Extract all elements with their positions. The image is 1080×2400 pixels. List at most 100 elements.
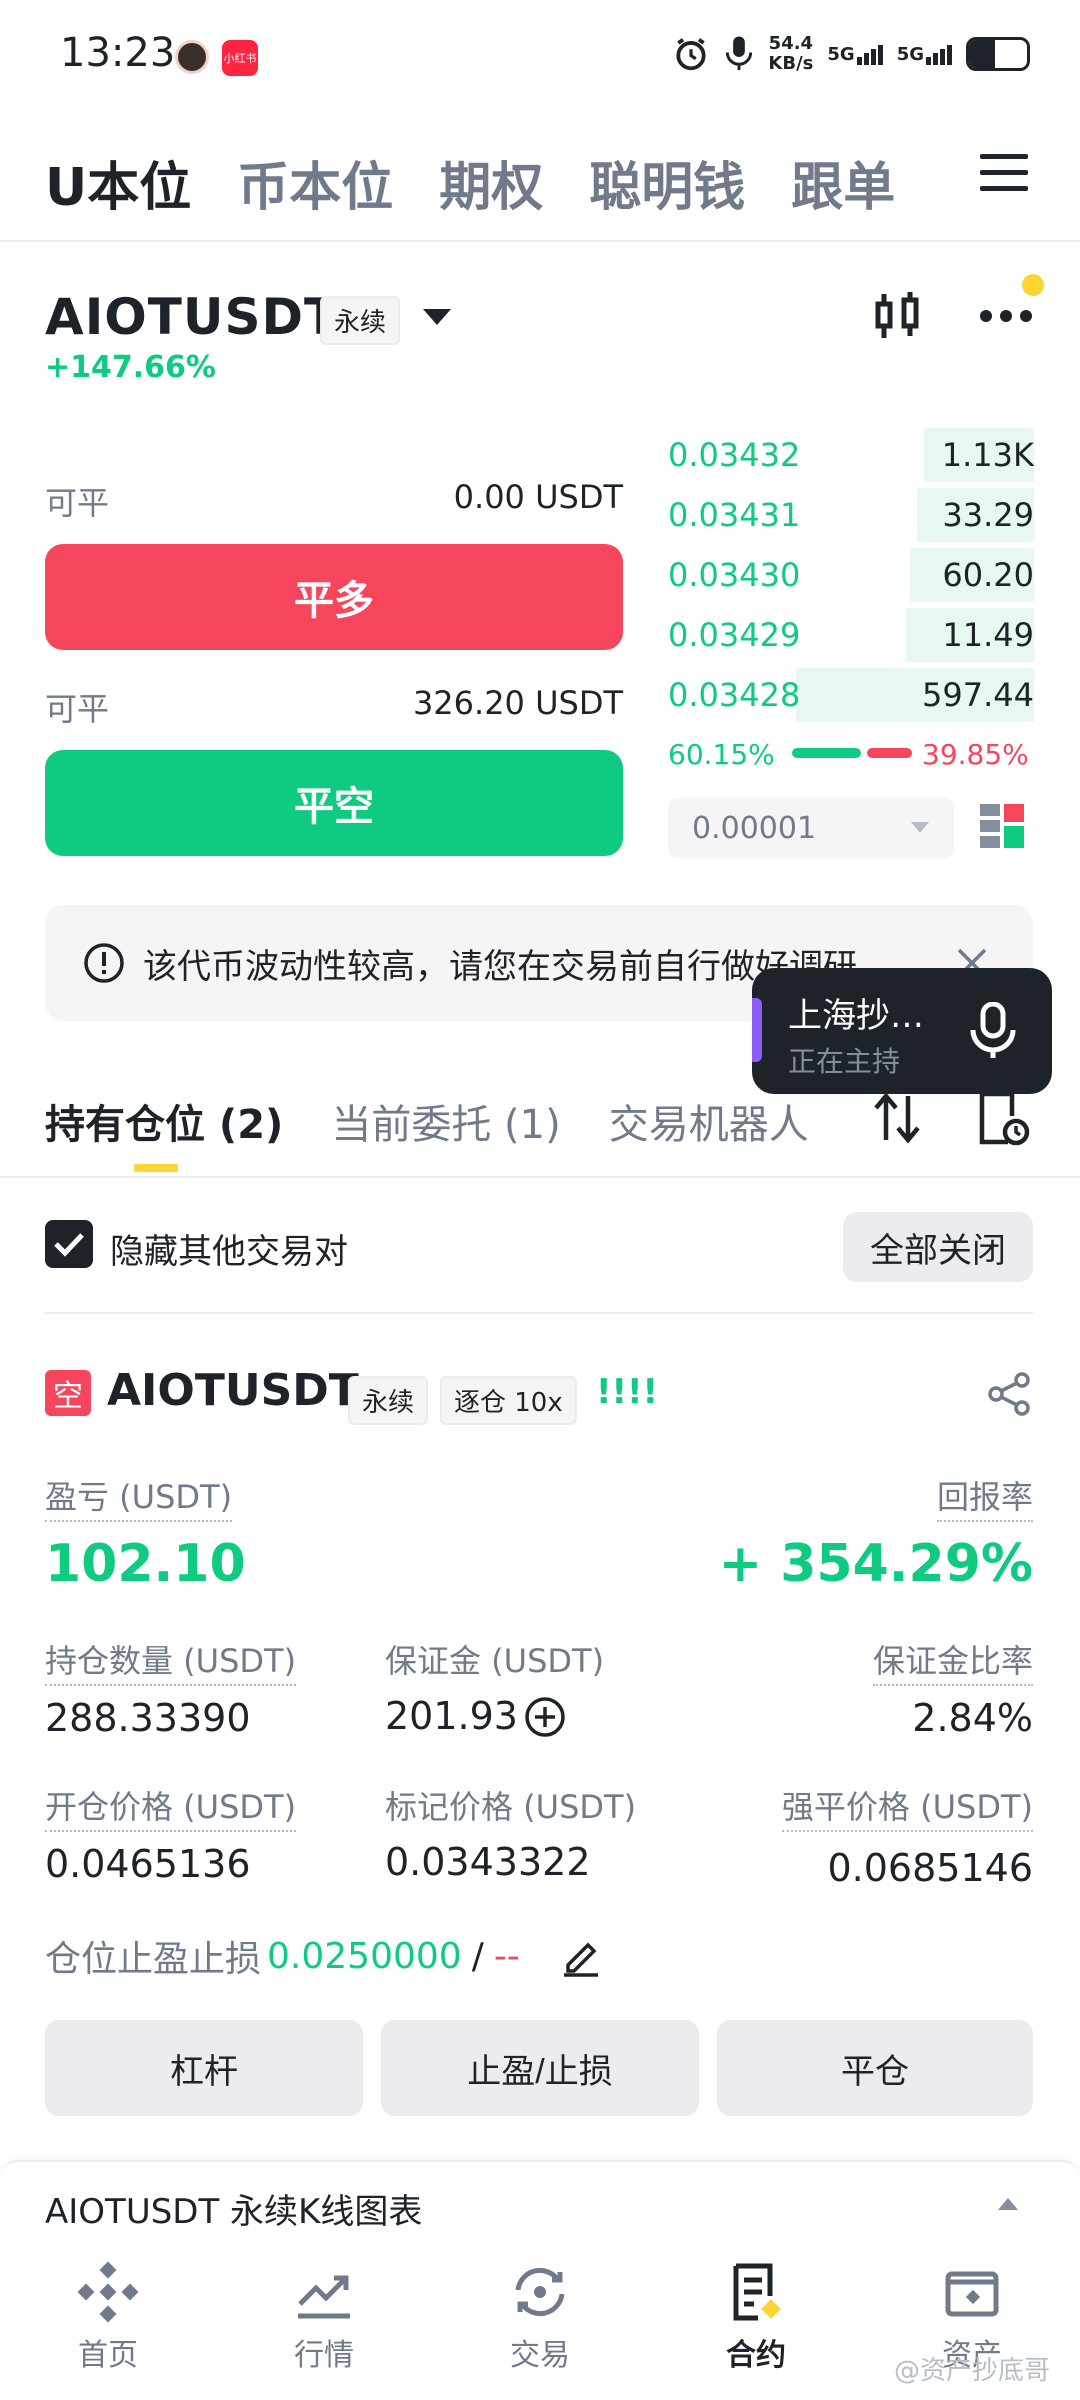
margin-value: 201.93 xyxy=(385,1694,518,1738)
roe-value: + 354.29% xyxy=(718,1534,1033,1594)
binance-logo-icon xyxy=(77,2261,139,2323)
status-indicators: 54.4 KB/s 5G 5G xyxy=(672,34,1030,74)
signal-5g-2: 5G xyxy=(897,44,952,65)
close-all-button[interactable]: 全部关闭 xyxy=(843,1212,1033,1282)
tab-usdm[interactable]: U本位 xyxy=(45,145,191,220)
trade-exchange-icon xyxy=(515,2268,565,2316)
orderbook-row[interactable]: 0.03430 60.20 xyxy=(668,548,1034,602)
tab-open-orders[interactable]: 当前委托 (1) xyxy=(331,1092,560,1150)
buy-ratio-bar xyxy=(792,748,861,758)
tab-options[interactable]: 期权 xyxy=(439,145,543,220)
orderbook-row[interactable]: 0.03429 11.49 xyxy=(668,608,1034,662)
divider xyxy=(0,1176,1080,1178)
nav-trade-label: 交易 xyxy=(510,2338,570,2373)
orderbook-row[interactable]: 0.03428 597.44 xyxy=(668,668,1034,722)
risk-warning-text: 该代币波动性较高，请您在交易前自行做好调研 xyxy=(143,946,857,987)
orderbook-price: 0.03429 xyxy=(668,616,801,654)
sell-ratio-bar xyxy=(867,748,912,758)
net-speed: 54.4 KB/s xyxy=(768,33,814,74)
stop-loss-value: -- xyxy=(493,1935,520,1977)
battery-icon xyxy=(966,37,1030,71)
available-short-label: 可平 xyxy=(45,690,110,728)
orderbook-row[interactable]: 0.03431 33.29 xyxy=(668,488,1034,542)
tab-coinm[interactable]: 币本位 xyxy=(237,145,393,220)
live-indicator xyxy=(752,998,762,1062)
more-options-icon[interactable] xyxy=(978,308,1034,324)
tpsl-label: 仓位止盈止损 xyxy=(45,1939,262,1980)
pnl-label[interactable]: 盈亏 (USDT) xyxy=(45,1472,233,1522)
nav-home-label: 首页 xyxy=(78,2338,138,2373)
available-short-value: 326.20 USDT xyxy=(412,684,623,722)
alarm-icon xyxy=(676,38,706,71)
avatar xyxy=(175,40,209,74)
price-change-percent: +147.66% xyxy=(45,350,216,385)
nav-markets-label: 行情 xyxy=(294,2338,354,2373)
mark-price-label: 标记价格 (USDT) xyxy=(385,1788,637,1826)
roe-label[interactable]: 回报率 xyxy=(936,1472,1033,1522)
live-audio-widget[interactable]: 上海抄… 正在主持 xyxy=(752,968,1052,1094)
share-icon[interactable] xyxy=(988,1372,1032,1416)
nav-markets[interactable]: 行情 xyxy=(224,2240,424,2400)
sort-icon[interactable] xyxy=(872,1092,922,1144)
kline-chart-panel[interactable]: AIOTUSDT 永续K线图表 xyxy=(0,2160,1080,2240)
trend-chart-icon xyxy=(298,2275,350,2319)
risk-level-indicator: !!!! xyxy=(596,1372,659,1412)
signal-5g-1: 5G xyxy=(827,44,883,65)
futures-document-icon xyxy=(733,2263,781,2321)
caret-down-icon[interactable] xyxy=(420,306,454,328)
position-size-label[interactable]: 持仓数量 (USDT) xyxy=(45,1636,297,1686)
hide-other-pairs-label[interactable]: 隐藏其他交易对 xyxy=(110,1224,348,1273)
orderbook-row[interactable]: 0.03432 1.13K xyxy=(668,428,1034,482)
nav-trade[interactable]: 交易 xyxy=(440,2240,640,2400)
hamburger-menu-icon[interactable] xyxy=(980,152,1028,192)
position-pair-name[interactable]: AIOTUSDT xyxy=(107,1365,359,1416)
candlestick-chart-icon[interactable] xyxy=(872,290,922,342)
orderbook-price: 0.03430 xyxy=(668,556,801,594)
notification-dot xyxy=(1022,274,1044,296)
position-tabs: 持有仓位 (2) 当前委托 (1) 交易机器人 xyxy=(45,1092,809,1150)
orderbook-qty: 597.44 xyxy=(922,676,1034,714)
checkmark-icon xyxy=(54,1233,84,1257)
tab-trading-bots[interactable]: 交易机器人 xyxy=(609,1092,809,1150)
hide-other-pairs-checkbox[interactable] xyxy=(45,1220,93,1268)
contract-type-badge: 永续 xyxy=(320,296,401,345)
take-profit-value: 0.0250000 xyxy=(267,1935,462,1977)
edit-icon[interactable] xyxy=(560,1935,602,1977)
orderbook-layout-icon[interactable] xyxy=(980,804,1026,850)
nav-futures[interactable]: 合约 xyxy=(656,2240,856,2400)
close-short-button[interactable]: 平空 xyxy=(45,750,623,856)
nav-home[interactable]: 首页 xyxy=(8,2240,208,2400)
pair-name[interactable]: AIOTUSDT xyxy=(45,288,339,346)
position-contract-type: 永续 xyxy=(348,1376,429,1425)
orderbook-price: 0.03432 xyxy=(668,436,801,474)
short-side-badge: 空 xyxy=(45,1370,91,1416)
orderbook-qty: 1.13K xyxy=(941,436,1034,474)
entry-price-value: 0.0465136 xyxy=(45,1842,251,1886)
wallet-icon xyxy=(945,2271,999,2317)
order-history-icon[interactable] xyxy=(978,1090,1030,1146)
margin-ratio-label[interactable]: 保证金比率 xyxy=(872,1636,1033,1686)
market-type-tabs: U本位 币本位 期权 聪明钱 跟单 xyxy=(45,145,895,220)
tpsl-separator: / xyxy=(471,1935,484,1977)
add-margin-icon[interactable] xyxy=(524,1696,566,1738)
sell-ratio: 39.85% xyxy=(922,738,1029,771)
available-long-label: 可平 xyxy=(45,484,110,522)
close-position-button[interactable]: 平仓 xyxy=(717,2020,1033,2116)
available-long-value: 0.00 USDT xyxy=(453,478,623,516)
liquidation-price-label[interactable]: 强平价格 (USDT) xyxy=(781,1782,1033,1832)
pnl-value: 102.10 xyxy=(45,1534,246,1594)
leverage-button[interactable]: 杠杆 xyxy=(45,2020,363,2116)
watermark: @资产抄底哥 xyxy=(893,2356,1050,2386)
tab-positions[interactable]: 持有仓位 (2) xyxy=(45,1092,283,1150)
chevron-down-icon xyxy=(911,822,929,833)
tpsl-button[interactable]: 止盈/止损 xyxy=(381,2020,699,2116)
tab-smart-money[interactable]: 聪明钱 xyxy=(589,145,745,220)
nav-futures-label: 合约 xyxy=(726,2338,786,2373)
price-step-select[interactable]: 0.00001 xyxy=(668,798,954,858)
microphone-icon xyxy=(726,36,753,71)
orderbook-price: 0.03428 xyxy=(668,676,801,714)
entry-price-label[interactable]: 开仓价格 (USDT) xyxy=(45,1782,297,1832)
chevron-up-icon xyxy=(998,2198,1018,2210)
tab-copy-trading[interactable]: 跟单 xyxy=(791,145,895,220)
close-long-button[interactable]: 平多 xyxy=(45,544,623,650)
